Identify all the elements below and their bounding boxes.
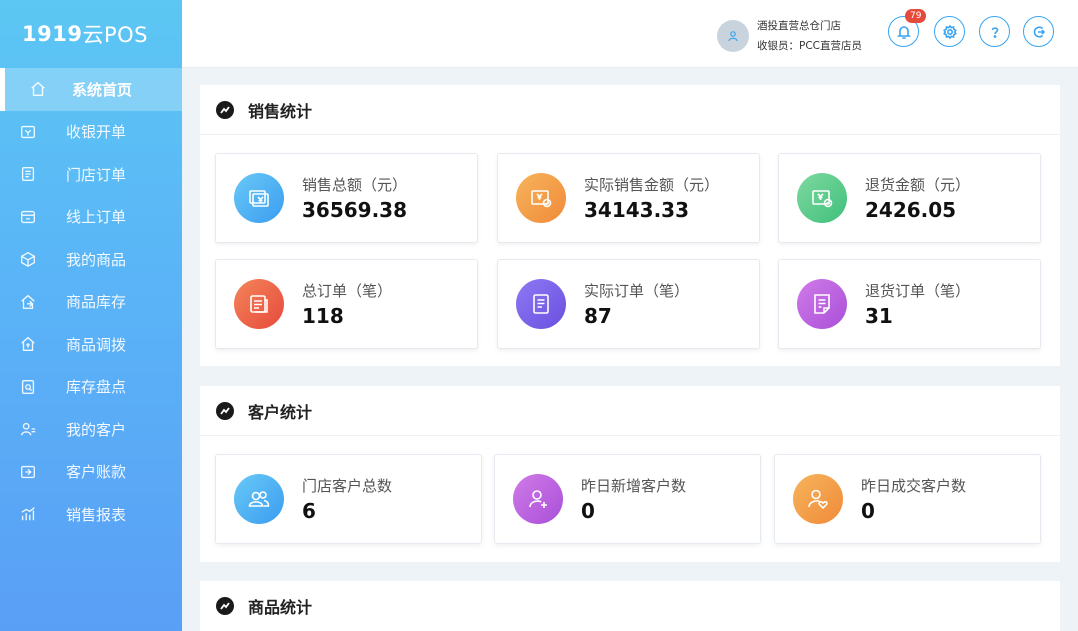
document-icon bbox=[516, 279, 566, 329]
user-heart-icon bbox=[793, 474, 843, 524]
sidebar-item-label: 我的客户 bbox=[66, 420, 127, 439]
sidebar-item-label: 客户账款 bbox=[66, 463, 127, 482]
stat-card-refund-orders[interactable]: 退货订单（笔） 31 bbox=[778, 259, 1041, 349]
stat-label: 昨日成交客户数 bbox=[861, 477, 967, 495]
user-plus-icon bbox=[513, 474, 563, 524]
sidebar: 1919云POS 系统首页 收银开单 门店订单 线上订单 我的商品 商品库存 bbox=[0, 0, 182, 631]
logo-number: 1919 bbox=[22, 22, 83, 46]
notification-button[interactable]: 79 bbox=[888, 9, 927, 47]
users-icon bbox=[234, 474, 284, 524]
app-logo: 1919 云POS bbox=[0, 0, 182, 68]
online-order-icon bbox=[18, 207, 38, 227]
logo-text: 云POS bbox=[82, 23, 148, 47]
stat-card-total-sales[interactable]: 销售总额（元） 36569.38 bbox=[215, 153, 478, 243]
sidebar-item-store-orders[interactable]: 门店订单 bbox=[0, 153, 182, 196]
sidebar-item-accounts[interactable]: 客户账款 bbox=[0, 451, 182, 494]
products-panel: 商品统计 bbox=[200, 581, 1060, 631]
stat-label: 门店客户总数 bbox=[302, 477, 393, 495]
stat-label: 退货金额（元） bbox=[865, 176, 971, 194]
account-icon bbox=[18, 462, 38, 482]
stat-label: 实际销售金额（元） bbox=[584, 176, 720, 194]
logout-icon bbox=[1033, 26, 1045, 37]
avatar bbox=[717, 20, 749, 52]
cash-check-icon bbox=[516, 173, 566, 223]
sidebar-item-online-orders[interactable]: 线上订单 bbox=[0, 196, 182, 239]
stat-label: 昨日新增客户数 bbox=[581, 477, 687, 495]
cash-minus-icon bbox=[797, 173, 847, 223]
panel-title: 销售统计 bbox=[248, 101, 313, 121]
panel-title: 客户统计 bbox=[248, 402, 313, 422]
home-icon bbox=[28, 79, 48, 99]
sidebar-item-inventory[interactable]: 商品库存 bbox=[0, 281, 182, 324]
sidebar-item-cashier[interactable]: 收银开单 bbox=[0, 111, 182, 154]
stat-value: 6 bbox=[302, 499, 316, 523]
sidebar-item-products[interactable]: 我的商品 bbox=[0, 238, 182, 281]
stat-card-deal-customers[interactable]: 昨日成交客户数 0 bbox=[774, 454, 1041, 544]
sidebar-item-label: 我的商品 bbox=[66, 250, 127, 269]
stat-value: 87 bbox=[584, 304, 612, 328]
trend-icon bbox=[216, 100, 234, 119]
cashier-icon bbox=[18, 122, 38, 142]
box-icon bbox=[18, 249, 38, 269]
stat-card-new-customers[interactable]: 昨日新增客户数 0 bbox=[494, 454, 761, 544]
gear-icon bbox=[942, 24, 957, 39]
sidebar-item-reports[interactable]: 销售报表 bbox=[0, 493, 182, 536]
panel-title: 商品统计 bbox=[248, 598, 313, 617]
stat-value: 118 bbox=[302, 304, 344, 328]
stat-card-total-customers[interactable]: 门店客户总数 6 bbox=[215, 454, 482, 544]
user-icon bbox=[728, 31, 738, 42]
stat-value: 0 bbox=[581, 499, 595, 523]
stat-card-actual-sales[interactable]: 实际销售金额（元） 34143.33 bbox=[497, 153, 760, 243]
transfer-icon bbox=[18, 334, 38, 354]
stat-card-total-orders[interactable]: 总订单（笔） 118 bbox=[215, 259, 478, 349]
sidebar-item-label: 商品库存 bbox=[66, 293, 127, 312]
sidebar-item-customers[interactable]: 我的客户 bbox=[0, 408, 182, 451]
stat-value: 0 bbox=[861, 499, 875, 523]
sidebar-item-label: 商品调拨 bbox=[66, 335, 127, 354]
sidebar-item-home[interactable]: 系统首页 bbox=[0, 68, 182, 111]
stat-card-refund-amount[interactable]: 退货金额（元） 2426.05 bbox=[778, 153, 1041, 243]
orders-icon bbox=[234, 279, 284, 329]
store-order-icon bbox=[18, 164, 38, 184]
stocktake-icon bbox=[18, 377, 38, 397]
help-icon bbox=[991, 26, 998, 38]
sidebar-nav: 系统首页 收银开单 门店订单 线上订单 我的商品 商品库存 商品调拨 库存盘点 bbox=[0, 68, 182, 536]
stat-label: 总订单（笔） bbox=[302, 282, 393, 300]
sidebar-item-transfer[interactable]: 商品调拨 bbox=[0, 323, 182, 366]
stat-value: 31 bbox=[865, 304, 893, 328]
return-doc-icon bbox=[797, 279, 847, 329]
top-header: 酒投直营总仓门店 收银员：PCC直营店员 79 bbox=[182, 0, 1078, 68]
cashier-name: 收银员：PCC直营店员 bbox=[757, 40, 862, 52]
settings-button[interactable] bbox=[934, 16, 965, 47]
help-button[interactable] bbox=[979, 16, 1010, 47]
bell-icon bbox=[896, 25, 911, 39]
sidebar-item-label: 收银开单 bbox=[66, 123, 127, 142]
stat-value: 34143.33 bbox=[584, 198, 690, 222]
report-icon bbox=[18, 504, 38, 524]
trend-icon bbox=[216, 401, 234, 420]
cash-icon bbox=[234, 173, 284, 223]
sidebar-item-label: 销售报表 bbox=[66, 505, 127, 524]
user-info[interactable]: 酒投直营总仓门店 收银员：PCC直营店员 bbox=[717, 16, 862, 56]
sidebar-item-label: 库存盘点 bbox=[66, 378, 127, 397]
stat-card-actual-orders[interactable]: 实际订单（笔） 87 bbox=[497, 259, 760, 349]
sidebar-item-stocktake[interactable]: 库存盘点 bbox=[0, 366, 182, 409]
stat-value: 2426.05 bbox=[865, 198, 957, 222]
stat-value: 36569.38 bbox=[302, 198, 408, 222]
inventory-icon bbox=[18, 292, 38, 312]
stat-label: 销售总额（元） bbox=[302, 176, 408, 194]
sidebar-item-label: 线上订单 bbox=[66, 208, 127, 227]
trend-icon bbox=[216, 597, 234, 615]
stat-label: 实际订单（笔） bbox=[584, 282, 690, 300]
sidebar-item-label: 门店订单 bbox=[66, 165, 127, 184]
notification-badge: 79 bbox=[905, 9, 927, 23]
store-name: 酒投直营总仓门店 bbox=[757, 20, 841, 32]
stat-label: 退货订单（笔） bbox=[865, 282, 971, 300]
customer-icon bbox=[18, 419, 38, 439]
sidebar-item-label: 系统首页 bbox=[72, 80, 133, 99]
logout-button[interactable] bbox=[1023, 16, 1054, 47]
